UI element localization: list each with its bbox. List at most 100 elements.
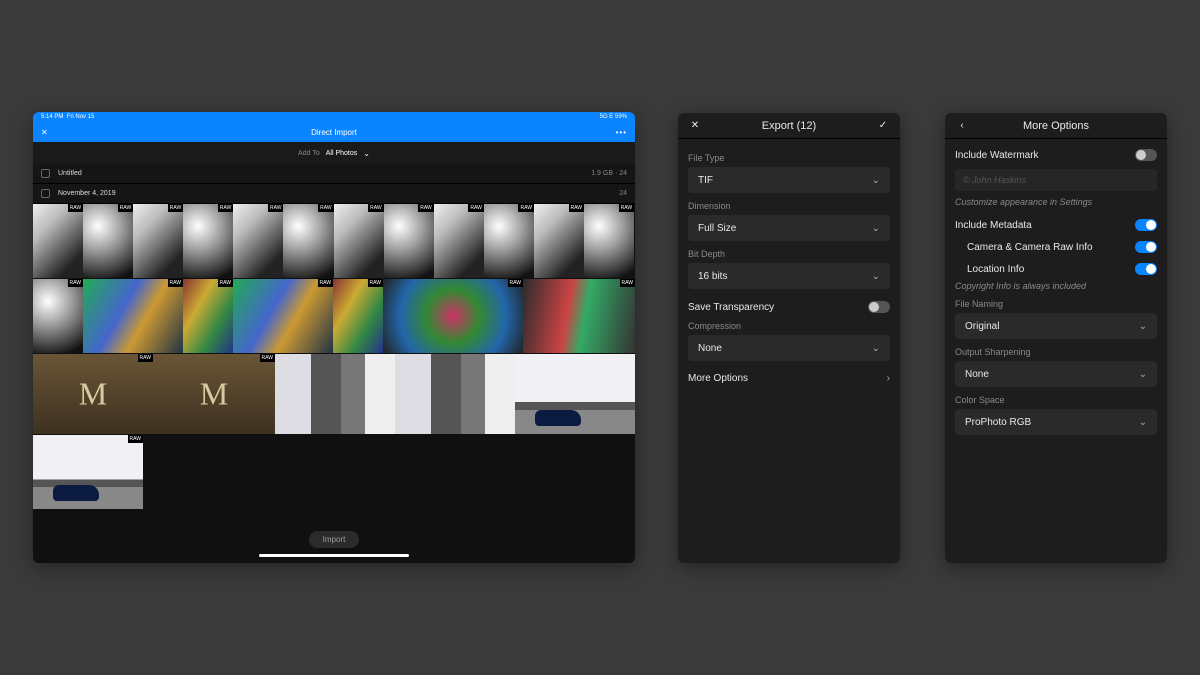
include-watermark-label: Include Watermark — [955, 150, 1135, 161]
output-sharpening-label: Output Sharpening — [955, 347, 1157, 357]
status-right: 5G E 59% — [600, 114, 627, 120]
chevron-down-icon: ⌄ — [1139, 417, 1147, 428]
album-row-untitled[interactable]: Untitled 1.9 GB · 24 — [33, 164, 635, 184]
thumbnail[interactable]: RAW — [83, 279, 183, 353]
file-naming-label: File Naming — [955, 299, 1157, 309]
camera-info-row: Camera & Camera Raw Info — [955, 241, 1157, 253]
thumbnail[interactable]: RAW — [523, 279, 635, 353]
raw-badge: RAW — [168, 204, 183, 212]
more-options-title: More Options — [969, 120, 1143, 132]
checkbox[interactable] — [41, 189, 50, 198]
close-icon[interactable]: ✕ — [688, 120, 702, 131]
more-icon[interactable]: ••• — [616, 128, 627, 137]
output-sharpening-select[interactable]: None ⌄ — [955, 361, 1157, 387]
direct-import-panel: 5:14 PM Fri Nov 15 5G E 59% ✕ Direct Imp… — [33, 112, 635, 563]
confirm-icon[interactable]: ✓ — [876, 120, 890, 131]
more-options-header: ‹ More Options — [945, 113, 1167, 139]
more-options-row[interactable]: More Options › — [688, 361, 890, 384]
export-title: Export (12) — [702, 120, 876, 132]
chevron-down-icon: ⌄ — [363, 149, 370, 158]
dimension-label: Dimension — [688, 201, 890, 211]
thumbnail[interactable]: RAW — [233, 204, 283, 278]
thumbnail[interactable]: RAW — [383, 279, 523, 353]
close-icon[interactable]: ✕ — [41, 128, 48, 137]
raw-badge: RAW — [508, 279, 523, 287]
chevron-down-icon: ⌄ — [1139, 369, 1147, 380]
thumb-row: RAW RAW RAW RAW RAW RAW RAW — [33, 279, 635, 353]
album-meta: 24 — [619, 190, 627, 197]
raw-badge: RAW — [118, 204, 133, 212]
thumbnail[interactable]: RAW — [33, 204, 83, 278]
bitdepth-select[interactable]: 16 bits ⌄ — [688, 263, 890, 289]
file-type-select[interactable]: TIF ⌄ — [688, 167, 890, 193]
save-transparency-toggle[interactable] — [868, 301, 890, 313]
chevron-right-icon: › — [887, 373, 890, 384]
import-titlebar: ✕ Direct Import ••• — [33, 122, 635, 142]
thumbnail[interactable] — [515, 354, 635, 434]
include-watermark-toggle[interactable] — [1135, 149, 1157, 161]
import-button[interactable]: Import — [309, 531, 360, 548]
thumbnail[interactable]: RAW — [133, 204, 183, 278]
location-info-toggle[interactable] — [1135, 263, 1157, 275]
chevron-down-icon: ⌄ — [872, 175, 880, 186]
thumbnail[interactable]: RAW — [33, 354, 153, 434]
add-to-value: All Photos — [326, 150, 358, 157]
file-naming-value: Original — [965, 321, 999, 332]
back-icon[interactable]: ‹ — [955, 120, 969, 131]
thumbnail[interactable]: RAW — [584, 204, 634, 278]
compression-value: None — [698, 343, 722, 354]
add-to-selector[interactable]: Add To All Photos ⌄ — [33, 142, 635, 164]
thumbnail[interactable]: RAW — [283, 204, 333, 278]
color-space-label: Color Space — [955, 395, 1157, 405]
thumbnail[interactable]: RAW — [33, 435, 143, 509]
raw-badge: RAW — [569, 204, 584, 212]
camera-info-toggle[interactable] — [1135, 241, 1157, 253]
output-sharpening-value: None — [965, 369, 989, 380]
thumbnail[interactable]: RAW — [434, 204, 484, 278]
compression-select[interactable]: None ⌄ — [688, 335, 890, 361]
more-options-body: Include Watermark © John Haskins Customi… — [945, 139, 1167, 445]
export-header: ✕ Export (12) ✓ — [678, 113, 900, 139]
thumbnail[interactable]: RAW — [484, 204, 534, 278]
camera-info-label: Camera & Camera Raw Info — [967, 242, 1135, 253]
thumbnail[interactable]: RAW — [334, 204, 384, 278]
raw-badge: RAW — [418, 204, 433, 212]
thumbnail[interactable]: RAW — [384, 204, 434, 278]
color-space-value: ProPhoto RGB — [965, 417, 1031, 428]
include-metadata-toggle[interactable] — [1135, 219, 1157, 231]
album-meta: 1.9 GB · 24 — [591, 170, 627, 177]
save-transparency-label: Save Transparency — [688, 302, 868, 313]
thumbnail[interactable]: RAW — [153, 354, 275, 434]
status-bar: 5:14 PM Fri Nov 15 5G E 59% — [33, 112, 635, 122]
album-row-date[interactable]: November 4, 2019 24 — [33, 184, 635, 204]
thumbnail[interactable]: RAW — [333, 279, 383, 353]
checkbox[interactable] — [41, 169, 50, 178]
thumbnail[interactable]: RAW — [83, 204, 133, 278]
color-space-select[interactable]: ProPhoto RGB ⌄ — [955, 409, 1157, 435]
home-indicator — [259, 554, 409, 557]
raw-badge: RAW — [368, 204, 383, 212]
raw-badge: RAW — [260, 354, 275, 362]
raw-badge: RAW — [619, 204, 634, 212]
raw-badge: RAW — [518, 204, 533, 212]
thumbnail[interactable]: RAW — [233, 279, 333, 353]
watermark-field[interactable]: © John Haskins — [955, 169, 1157, 191]
thumbnail[interactable]: RAW — [534, 204, 584, 278]
photo-grid: RAW RAW RAW RAW RAW RAW RAW RAW RAW RAW … — [33, 204, 635, 563]
export-panel: ✕ Export (12) ✓ File Type TIF ⌄ Dimensio… — [678, 113, 900, 563]
thumbnail[interactable]: RAW — [33, 279, 83, 353]
dimension-select[interactable]: Full Size ⌄ — [688, 215, 890, 241]
thumbnail[interactable]: RAW — [183, 279, 233, 353]
copyright-hint: Copyright Info is always included — [955, 281, 1157, 291]
raw-badge: RAW — [218, 204, 233, 212]
chevron-down-icon: ⌄ — [872, 343, 880, 354]
file-type-value: TIF — [698, 175, 713, 186]
thumbnail[interactable]: RAW — [183, 204, 233, 278]
thumbnail[interactable] — [275, 354, 395, 434]
include-watermark-row: Include Watermark — [955, 149, 1157, 161]
chevron-down-icon: ⌄ — [872, 271, 880, 282]
dimension-value: Full Size — [698, 223, 736, 234]
file-naming-select[interactable]: Original ⌄ — [955, 313, 1157, 339]
thumbnail[interactable] — [395, 354, 515, 434]
file-type-label: File Type — [688, 153, 890, 163]
